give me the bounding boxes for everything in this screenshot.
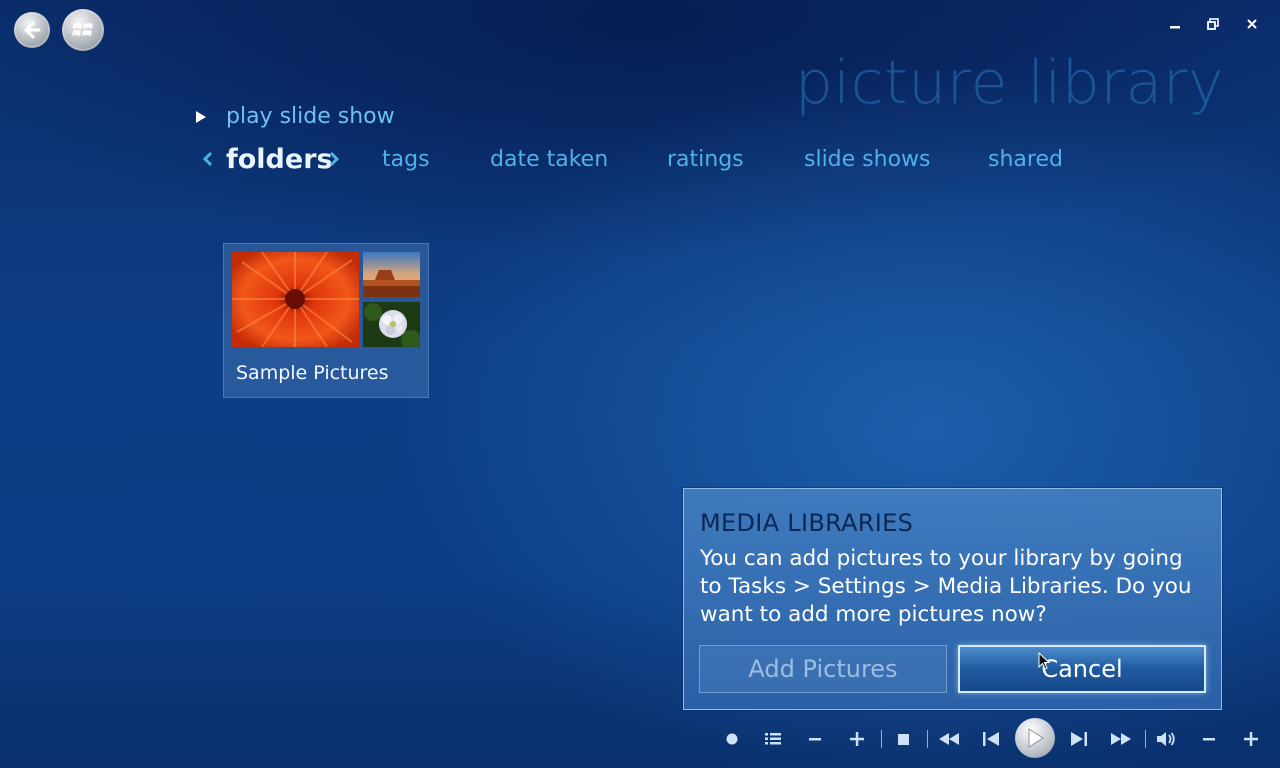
stop-button[interactable] bbox=[893, 729, 913, 749]
play-triangle-icon bbox=[196, 110, 206, 123]
tab-ratings[interactable]: ratings bbox=[667, 142, 744, 178]
fast-forward-icon bbox=[1111, 733, 1131, 745]
transport-controls bbox=[715, 718, 1275, 760]
tab-folders[interactable]: folders bbox=[226, 142, 333, 178]
play-slide-show-link[interactable]: play slide show bbox=[194, 104, 395, 129]
tab-slide-shows[interactable]: slide shows bbox=[804, 142, 931, 178]
back-arrow-icon bbox=[24, 21, 41, 39]
mute-button[interactable] bbox=[1155, 728, 1179, 750]
volume-down-button[interactable] bbox=[1199, 729, 1219, 749]
record-button[interactable] bbox=[723, 730, 741, 748]
mouse-cursor-icon bbox=[1038, 652, 1051, 670]
record-icon bbox=[726, 733, 738, 745]
minimize-icon bbox=[1170, 26, 1180, 29]
tab-date-taken[interactable]: date taken bbox=[490, 142, 608, 178]
dialog-message: You can add pictures to your library by … bbox=[700, 546, 1192, 627]
separator bbox=[927, 730, 928, 748]
add-pictures-button[interactable]: Add Pictures bbox=[699, 645, 947, 693]
back-button[interactable] bbox=[14, 12, 50, 48]
volume-up-button[interactable] bbox=[1241, 729, 1261, 749]
previous-button[interactable] bbox=[979, 729, 1003, 749]
minimize-button[interactable] bbox=[1164, 14, 1186, 34]
restore-icon bbox=[1207, 18, 1219, 30]
minus-icon bbox=[1203, 738, 1215, 741]
chevron-left-icon[interactable] bbox=[202, 150, 214, 168]
minus-icon bbox=[809, 738, 821, 741]
tab-shared[interactable]: shared bbox=[988, 142, 1063, 178]
separator bbox=[1145, 730, 1146, 748]
folder-tile[interactable]: Sample Pictures bbox=[223, 243, 429, 398]
stop-icon bbox=[897, 733, 909, 745]
skip-forward-icon bbox=[1071, 732, 1087, 746]
windows-start-icon bbox=[72, 23, 93, 36]
rewind-icon bbox=[939, 733, 959, 745]
hydrangea-thumbnail bbox=[363, 302, 420, 347]
start-button[interactable] bbox=[62, 9, 104, 51]
plus-icon bbox=[850, 732, 864, 746]
guide-button[interactable] bbox=[763, 729, 783, 749]
skip-back-icon bbox=[983, 732, 999, 746]
media-libraries-dialog: MEDIA LIBRARIES You can add pictures to … bbox=[683, 488, 1222, 710]
page-title: picture library bbox=[794, 48, 1224, 118]
folder-label: Sample Pictures bbox=[236, 362, 389, 384]
fast-forward-button[interactable] bbox=[1107, 729, 1135, 749]
restore-button[interactable] bbox=[1202, 14, 1224, 34]
play-icon bbox=[1028, 728, 1044, 748]
close-icon bbox=[1247, 19, 1257, 29]
speaker-icon bbox=[1157, 732, 1175, 746]
play-slide-show-label: play slide show bbox=[226, 104, 395, 129]
next-button[interactable] bbox=[1067, 729, 1091, 749]
play-button[interactable] bbox=[1015, 718, 1055, 758]
chevron-right-icon[interactable] bbox=[328, 150, 340, 168]
cancel-button[interactable]: Cancel bbox=[958, 645, 1206, 693]
flower-thumbnail bbox=[232, 252, 359, 347]
plus-icon bbox=[1244, 732, 1258, 746]
list-icon bbox=[765, 733, 781, 745]
dialog-title: MEDIA LIBRARIES bbox=[700, 509, 914, 537]
tab-tags[interactable]: tags bbox=[382, 142, 430, 178]
close-button[interactable] bbox=[1241, 14, 1263, 34]
channel-up-button[interactable] bbox=[847, 729, 867, 749]
separator bbox=[881, 730, 882, 748]
desert-thumbnail bbox=[363, 252, 420, 297]
rewind-button[interactable] bbox=[935, 729, 963, 749]
channel-down-button[interactable] bbox=[805, 729, 825, 749]
